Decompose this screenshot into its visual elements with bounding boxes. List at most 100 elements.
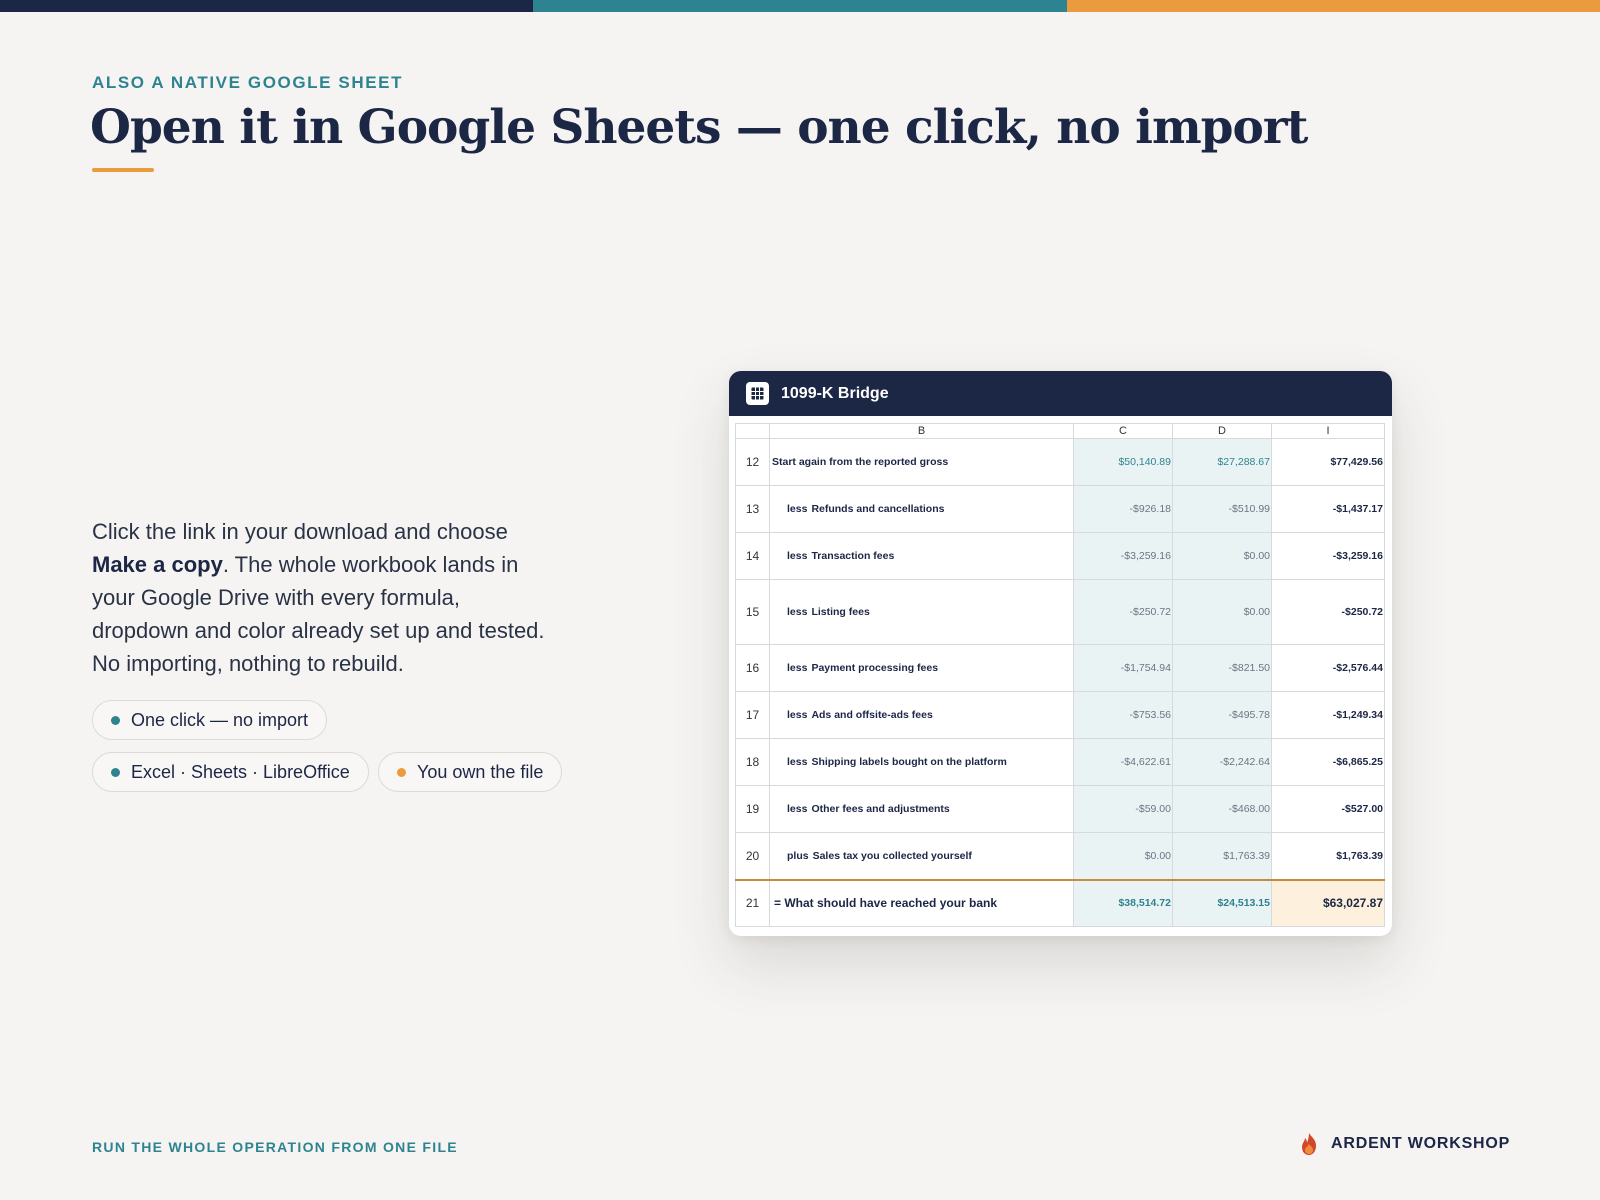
cell-i[interactable]: -$3,259.16 [1271,532,1385,580]
cell-c[interactable]: -$753.56 [1073,691,1173,739]
row-label-text: Payment processing fees [811,662,939,674]
row-prefix: less [787,756,808,768]
table-row: 14 less Transaction fees -$3,259.16 $0.00… [735,532,1385,580]
eyebrow-label: ALSO A NATIVE GOOGLE SHEET [92,73,404,92]
cell-d[interactable]: -$510.99 [1172,485,1272,533]
chip-label: You own the file [417,761,544,782]
title-underline [92,168,154,172]
row-label[interactable]: less Shipping labels bought on the platfo… [769,738,1074,786]
cell-d[interactable]: $24,513.15 [1172,878,1272,927]
row-label-text: Shipping labels bought on the platform [811,756,1007,768]
cell-c[interactable]: $50,140.89 [1073,438,1173,486]
row-label-text: Sales tax you collected yourself [812,849,972,862]
row-label[interactable]: less Other fees and adjustments [769,785,1074,833]
cell-c[interactable]: -$59.00 [1073,785,1173,833]
cell-c[interactable]: $38,514.72 [1073,878,1173,927]
row-number: 16 [735,644,770,692]
cell-d[interactable]: $27,288.67 [1172,438,1272,486]
total-row: 21 = What should have reached your bank … [735,878,1385,927]
cell-c[interactable]: $0.00 [1073,832,1173,880]
row-number: 14 [735,532,770,580]
chip-label: Excel · Sheets · LibreOffice [131,761,350,782]
spreadsheet-title: 1099-K Bridge [781,384,889,402]
cell-c[interactable]: -$4,622.61 [1073,738,1173,786]
row-number: 15 [735,579,770,645]
teal-dot-icon [111,767,120,777]
row-label[interactable]: less Listing fees [769,579,1074,645]
row-label[interactable]: = What should have reached your bank [769,878,1074,927]
cell-i[interactable]: $1,763.39 [1271,832,1385,880]
column-header[interactable]: D [1172,423,1272,439]
spreadsheet-header: 1099-K Bridge [729,371,1392,416]
accent-segment-orange [1066,0,1600,12]
row-number: 17 [735,691,770,739]
table-row: 16 less Payment processing fees -$1,754.9… [735,644,1385,692]
table-row: 20 plus Sales tax you collected yourself … [735,832,1385,880]
row-number: 19 [735,785,770,833]
row-number: 21 [735,878,770,927]
accent-segment-teal [533,0,1067,12]
body-copy: Click the link in your download and choo… [92,515,562,680]
row-label[interactable]: less Transaction fees [769,532,1074,580]
cell-c[interactable]: -$250.72 [1073,579,1173,645]
row-label-text: Ads and offsite-ads fees [811,709,933,721]
row-label-text: Transaction fees [811,550,895,562]
row-number: 20 [735,832,770,880]
top-accent-bar [0,0,1600,12]
row-number: 18 [735,738,770,786]
cell-d[interactable]: -$821.50 [1172,644,1272,692]
table-row: 12 Start again from the reported gross $… [735,438,1385,486]
column-header[interactable]: I [1271,423,1385,439]
cell-i-total[interactable]: $63,027.87 [1271,878,1385,927]
cell-c[interactable]: -$926.18 [1073,485,1173,533]
cell-d[interactable]: $0.00 [1172,579,1272,645]
body-copy-emphasis: Make a copy [92,552,223,577]
cell-c[interactable]: -$1,754.94 [1073,644,1173,692]
corner-cell [735,423,770,439]
cell-i[interactable]: -$250.72 [1271,579,1385,645]
brand-mark: ARDENT WORKSHOP [1298,1132,1510,1156]
spreadsheet-preview: 1099-K Bridge B C D I 12 Start again fro… [729,371,1392,936]
row-label[interactable]: less Payment processing fees [769,644,1074,692]
table-row: 13 less Refunds and cancellations -$926.1… [735,485,1385,533]
row-prefix: less [787,550,808,562]
row-label[interactable]: Start again from the reported gross [769,438,1074,486]
row-label[interactable]: less Refunds and cancellations [769,485,1074,533]
column-header-row: B C D I [735,423,1385,439]
feature-chip-one-click: One click — no import [92,700,328,740]
cell-d[interactable]: -$468.00 [1172,785,1272,833]
row-prefix: less [787,503,808,515]
cell-d[interactable]: $1,763.39 [1172,832,1272,880]
cell-c[interactable]: -$3,259.16 [1073,532,1173,580]
cell-i[interactable]: -$527.00 [1271,785,1385,833]
cell-i[interactable]: -$1,437.17 [1271,485,1385,533]
brand-name: ARDENT WORKSHOP [1331,1135,1511,1152]
footer-tagline: RUN THE WHOLE OPERATION FROM ONE FILE [92,1139,458,1155]
orange-dot-icon [397,767,406,777]
spreadsheet-grid: B C D I 12 Start again from the reported… [735,423,1385,927]
row-number: 13 [735,485,770,533]
column-header[interactable]: C [1073,423,1173,439]
cell-d[interactable]: -$495.78 [1172,691,1272,739]
row-prefix: less [787,662,808,674]
chip-label: One click — no import [131,709,309,730]
page-title: Open it in Google Sheets — one click, no… [90,100,1308,155]
cell-i[interactable]: $77,429.56 [1271,438,1385,486]
cell-i[interactable]: -$2,576.44 [1271,644,1385,692]
cell-i[interactable]: -$6,865.25 [1271,738,1385,786]
table-row: 19 less Other fees and adjustments -$59.0… [735,785,1385,833]
row-label-text: Listing fees [811,606,870,618]
table-row: 18 less Shipping labels bought on the pla… [735,738,1385,786]
row-label[interactable]: plus Sales tax you collected yourself [769,832,1074,880]
teal-dot-icon [111,715,120,725]
row-label-text: Refunds and cancellations [811,503,945,515]
row-label[interactable]: less Ads and offsite-ads fees [769,691,1074,739]
column-header[interactable]: B [769,423,1074,439]
cell-i[interactable]: -$1,249.34 [1271,691,1385,739]
cell-d[interactable]: -$2,242.64 [1172,738,1272,786]
row-label-text: = What should have reached your bank [774,896,998,911]
row-prefix: less [787,606,808,618]
cell-d[interactable]: $0.00 [1172,532,1272,580]
body-copy-part1: Click the link in your download and choo… [92,519,508,544]
row-label-text: Start again from the reported gross [772,456,949,468]
